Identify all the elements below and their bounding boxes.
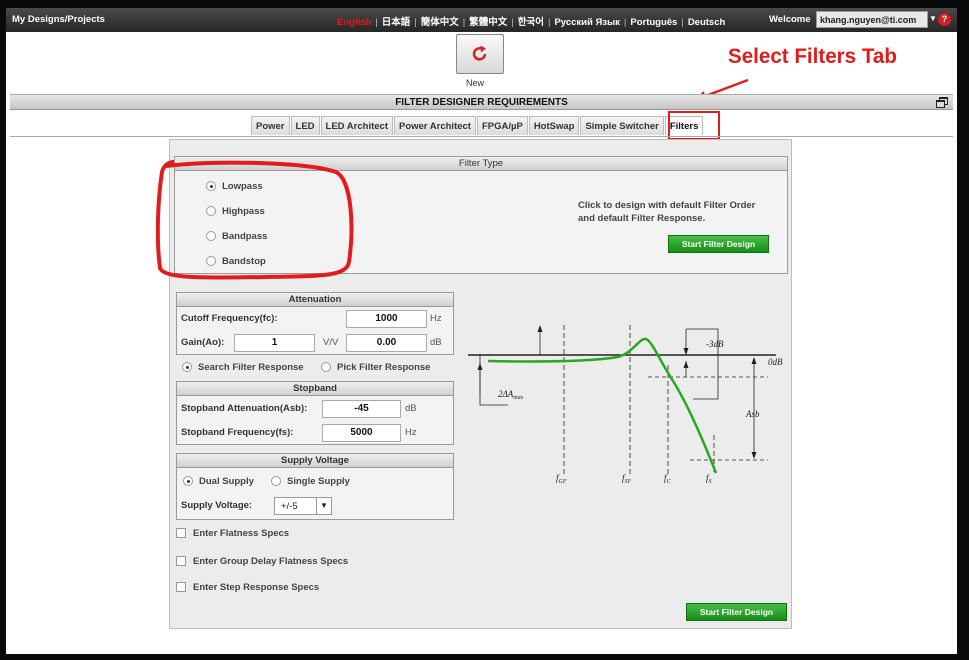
supply-voltage-header: Supply Voltage [177,454,453,468]
gain-vv-unit: V/V [323,337,339,348]
tab-power-architect[interactable]: Power Architect [393,116,476,135]
chevron-down-icon[interactable]: ▼ [929,14,937,23]
language-link[interactable]: Português [630,17,677,28]
language-link[interactable]: English [337,17,371,28]
response-curve [487,337,718,474]
tab-fpga-p[interactable]: FPGA/µP [476,116,528,135]
checkbox-group-delay-specs[interactable]: Enter Group Delay Flatness Specs [176,556,348,567]
language-separator: | [375,17,378,28]
tab-hotswap[interactable]: HotSwap [528,116,580,135]
gain-db-input[interactable]: 0.00 [346,334,427,352]
stopband-attenuation-label: Stopband Attenuation(Asb): [181,403,308,414]
user-account-menu[interactable]: khang.nguyen@ti.com [816,11,928,28]
label-0db: 0dB [768,357,783,367]
top-bar: My Designs/Projects English | 日本語 | 簡体中文 | 繁體中… [6,8,957,32]
my-designs-link[interactable]: My Designs/Projects [12,14,105,25]
annotation-text: Select Filters Tab [728,45,897,68]
cutoff-frequency-label: Cutoff Frequency(fc): [181,313,278,324]
page-title-bar: FILTER DESIGNER REQUIREMENTS [10,94,953,110]
divider [10,136,953,137]
attenuation-header: Attenuation [177,293,453,307]
gain-vv-input[interactable]: 1 [234,334,315,352]
tab-simple-switcher[interactable]: Simple Switcher [580,116,664,135]
language-link[interactable]: 繁體中文 [469,17,507,28]
tab-led[interactable]: LED [290,116,320,135]
gain-label: Gain(Ao): [181,337,225,348]
stopband-frequency-label: Stopband Frequency(fs): [181,427,294,438]
tab-bar: Power LED LED Architect Power Architect FPGA… [251,116,704,136]
language-link[interactable]: 日本語 [382,17,411,28]
stopband-attenuation-unit: dB [405,403,417,414]
language-link[interactable]: Русский Язык [554,17,619,28]
radio-button[interactable] [182,362,192,373]
new-design-button[interactable] [456,34,504,74]
checkbox[interactable] [176,556,186,567]
radio-button[interactable] [183,476,193,487]
dropdown-arrow-icon[interactable]: ▼ [316,498,331,514]
app-window: My Designs/Projects English | 日本語 | 簡体中文 | 繁體中… [6,8,957,654]
language-separator: | [414,17,417,28]
radio-dual-supply[interactable]: Dual Supply [183,476,254,487]
tab-led-architect[interactable]: LED Architect [320,116,393,135]
gain-db-unit: dB [430,337,442,348]
cutoff-unit: Hz [430,313,442,324]
checkbox[interactable] [176,582,186,593]
language-separator: | [623,17,627,28]
welcome-label: Welcome [769,14,811,25]
stopband-attenuation-input[interactable]: -45 [322,400,401,418]
radio-single-supply[interactable]: Single Supply [271,476,350,487]
start-filter-design-button-bottom[interactable]: Start Filter Design [686,603,787,621]
supply-voltage-label: Supply Voltage: [181,500,253,511]
filter-type-hint: Click to design with default Filter Orde… [578,200,756,224]
radio-button[interactable] [321,362,331,373]
attenuation-box: Attenuation Cutoff Frequency(fc): 1000 H… [176,292,454,355]
stopband-header: Stopband [177,382,453,396]
help-icon[interactable]: ? [938,13,951,26]
radio-search-filter-response[interactable]: Search Filter Response [182,362,304,373]
checkbox-step-response-specs[interactable]: Enter Step Response Specs [176,582,319,593]
restore-window-icon[interactable] [936,97,948,108]
language-separator: | [681,17,684,28]
annotation-circle [156,160,354,280]
cutoff-frequency-input[interactable]: 1000 [346,310,427,328]
label-asb: Asb [745,409,760,419]
supply-voltage-select[interactable]: +/-5 ▼ [274,497,332,515]
refresh-icon [472,45,487,61]
language-link[interactable]: 한국어 [518,17,544,28]
label-fs: fS [706,473,712,485]
language-link[interactable]: Deutsch [688,17,725,28]
tab-power[interactable]: Power [251,116,290,135]
new-label: New [466,78,485,88]
label-ripple: 2ΔAmax [498,389,524,401]
language-selector: English | 日本語 | 簡体中文 | 繁體中文 | 한국어 | Русский Язык | P… [337,14,725,28]
language-separator: | [547,17,551,28]
label-fsf: fSF [622,473,632,485]
stopband-frequency-unit: Hz [405,427,417,438]
radio-button[interactable] [271,476,281,487]
radio-pick-filter-response[interactable]: Pick Filter Response [321,362,430,373]
stopband-box: Stopband Stopband Attenuation(Asb): -45 … [176,381,454,445]
label-fgf: fGF [556,473,567,485]
supply-voltage-box: Supply Voltage Dual Supply Single Supply… [176,453,454,520]
page-title: FILTER DESIGNER REQUIREMENTS [395,97,568,108]
filter-response-diagram: -3dB 0dB 2ΔAmax Asb fGF fSF fC fS [468,325,783,485]
label-fc: fC [664,473,672,485]
language-separator: | [511,17,514,28]
checkbox[interactable] [176,528,186,539]
language-link[interactable]: 簡体中文 [421,17,459,28]
label-minus-3db: -3dB [706,339,724,349]
checkbox-flatness-specs[interactable]: Enter Flatness Specs [176,528,289,539]
stopband-frequency-input[interactable]: 5000 [322,424,401,442]
start-filter-design-button-top[interactable]: Start Filter Design [668,235,769,253]
language-separator: | [462,17,466,28]
